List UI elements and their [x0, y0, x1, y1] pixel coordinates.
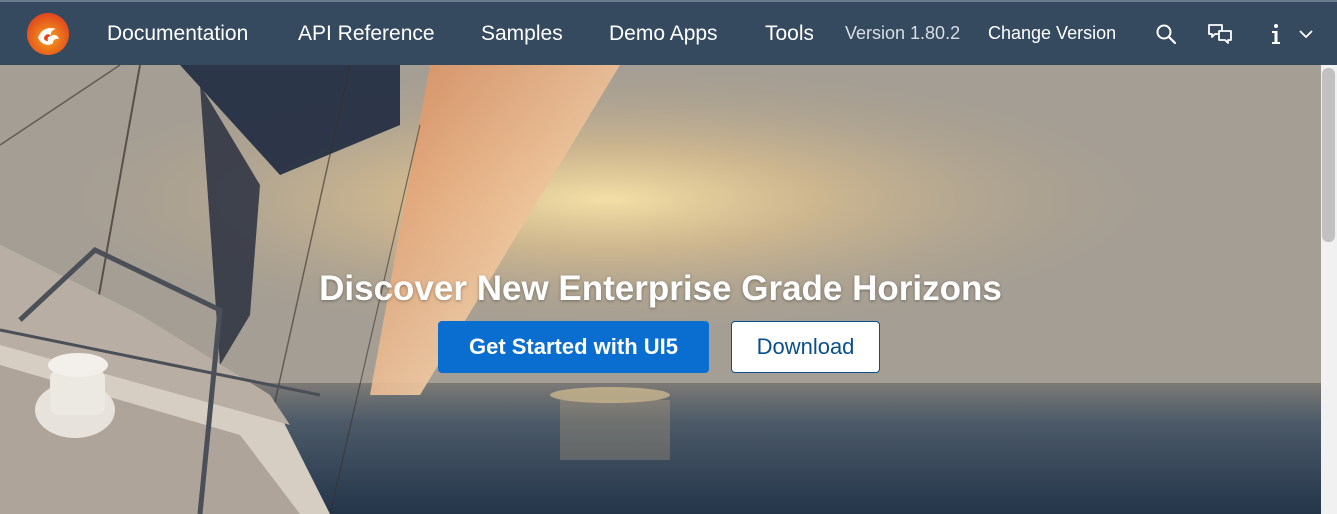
nav-api-reference[interactable]: API Reference — [298, 2, 435, 65]
feedback-icon[interactable] — [1206, 20, 1234, 48]
download-button[interactable]: Download — [731, 321, 880, 373]
hero-banner: Discover New Enterprise Grade Horizons G… — [0, 65, 1321, 514]
hero-title: Discover New Enterprise Grade Horizons — [319, 269, 1002, 308]
nav-documentation[interactable]: Documentation — [107, 2, 248, 65]
change-version-link[interactable]: Change Version — [988, 2, 1116, 65]
version-label: Version 1.80.2 — [845, 23, 961, 43]
nav-tools[interactable]: Tools — [765, 2, 813, 65]
ui5-logo-icon[interactable] — [26, 12, 70, 56]
info-icon[interactable] — [1262, 20, 1290, 48]
scrollbar-thumb[interactable] — [1322, 68, 1335, 242]
get-started-button[interactable]: Get Started with UI5 — [438, 321, 709, 373]
search-icon[interactable] — [1152, 20, 1180, 48]
chevron-down-icon[interactable] — [1292, 20, 1320, 48]
nav-samples[interactable]: Samples — [481, 2, 563, 65]
nav-demo-apps[interactable]: Demo Apps — [609, 2, 718, 65]
top-navigation-bar: Documentation API Reference Samples Demo… — [0, 0, 1337, 65]
